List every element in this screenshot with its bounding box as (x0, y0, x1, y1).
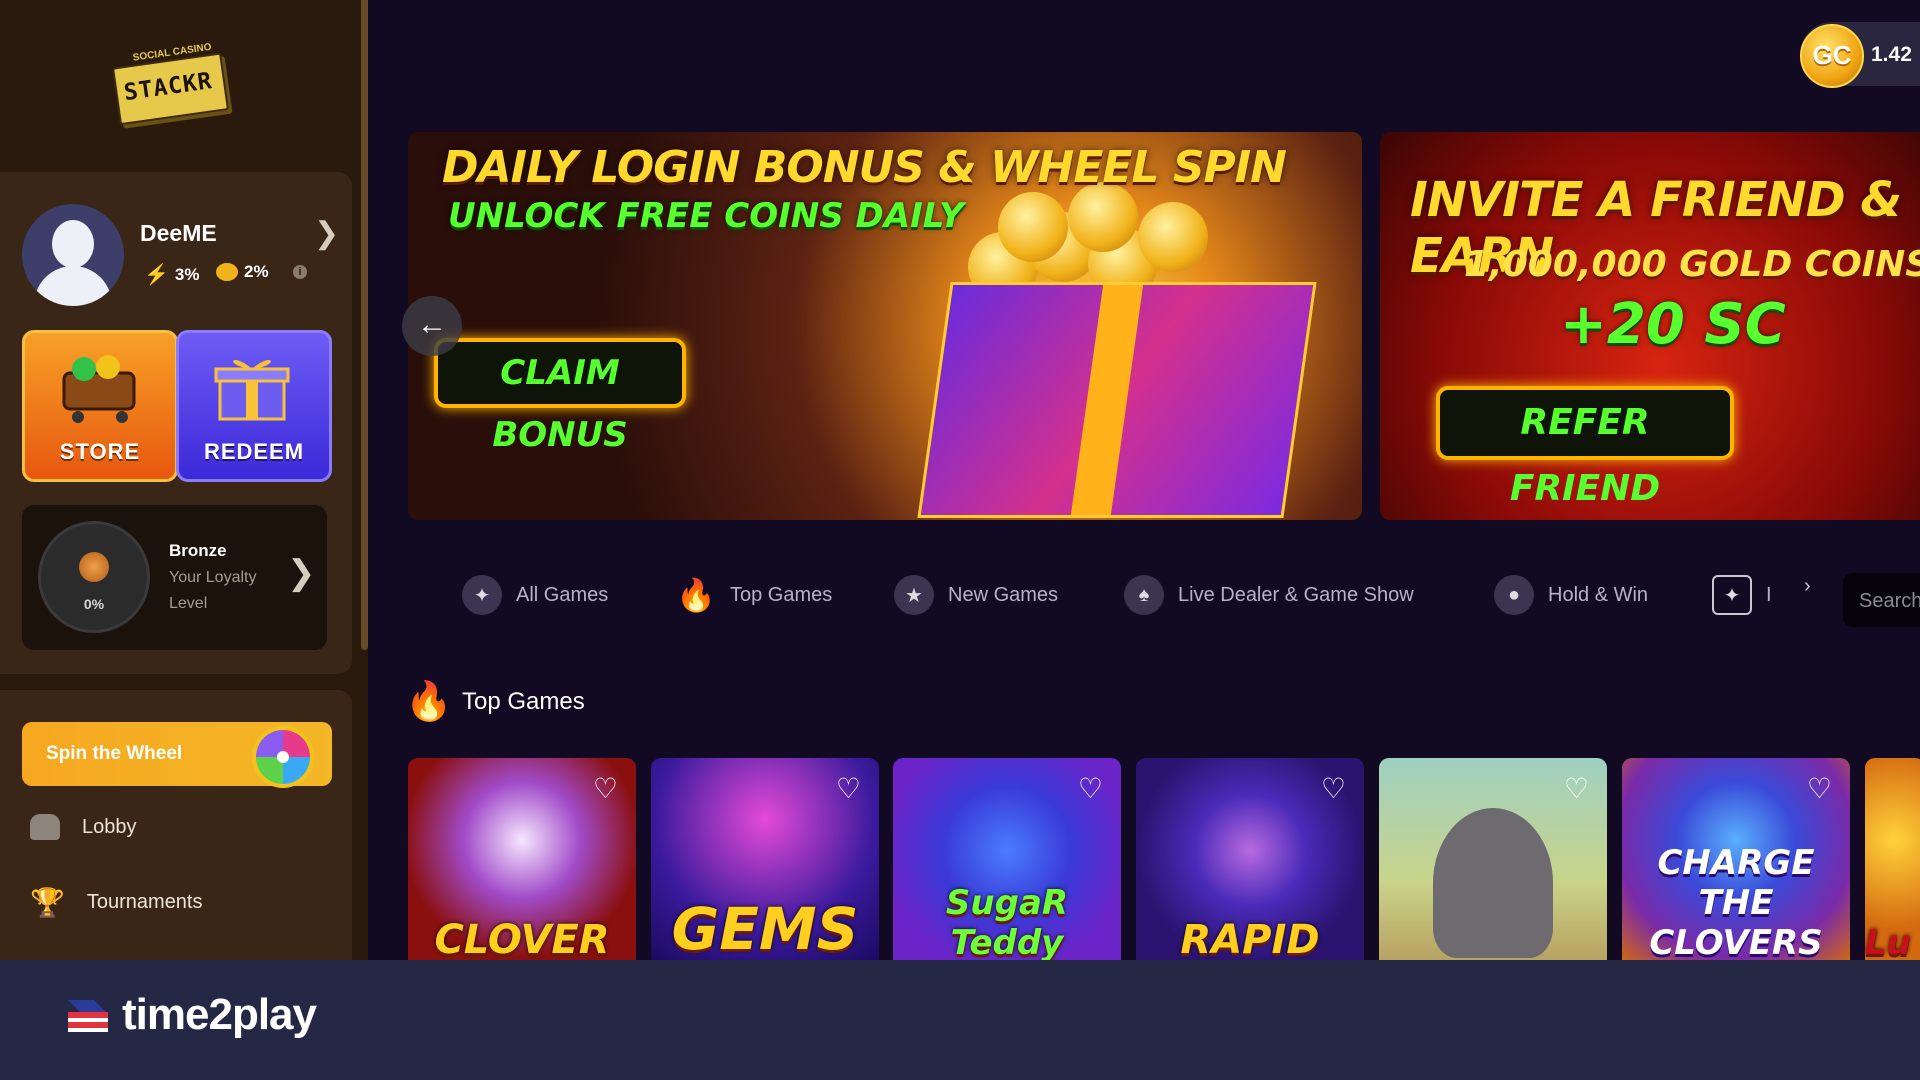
us-flag-icon (68, 1000, 108, 1032)
game-title: CHARGE THE CLOVERS (1649, 843, 1823, 963)
game-card-sugar-teddy[interactable]: ♡ SugaR Teddy (893, 758, 1121, 963)
coins-stat: 2% (216, 262, 269, 282)
banner-line2: +20 SC (1560, 292, 1786, 357)
game-card-clover[interactable]: ♡ CLOVER (408, 758, 636, 963)
gold-coin-icon: GC (1800, 24, 1864, 88)
game-title: RAPID (1180, 917, 1320, 963)
sidebar-item-lobby[interactable]: Lobby (30, 814, 137, 840)
avatar-head (52, 220, 94, 268)
tab-top-games[interactable]: 🔥 Top Games (676, 575, 832, 615)
shopping-cart-icon (62, 355, 136, 423)
chevron-right-icon[interactable]: ❯ (287, 553, 316, 593)
wheel-icon[interactable] (250, 724, 332, 788)
game-title: Lu (1865, 923, 1911, 963)
refer-friend-button[interactable]: REFER FRIEND (1436, 386, 1734, 509)
lobby-icon (30, 814, 60, 840)
balance-value: 1.42 (1871, 43, 1912, 66)
game-title: GEMS (671, 895, 859, 963)
claim-bonus-button[interactable]: CLAIM BONUS (434, 338, 686, 455)
info-icon[interactable]: i (293, 265, 307, 279)
game-card-partial[interactable]: Lu (1865, 758, 1920, 963)
heart-icon[interactable]: ♡ (1321, 772, 1346, 805)
gift-icon (214, 360, 290, 421)
loyalty-description: Your Loyalty Level (169, 569, 257, 612)
game-title: CLOVER (434, 917, 610, 963)
coins-icon (216, 263, 238, 281)
chevron-right-icon[interactable]: › (1804, 575, 1811, 598)
tab-label: New Games (948, 583, 1059, 606)
hold-win-icon: ● (1494, 575, 1534, 615)
banner-subtitle: UNLOCK FREE COINS DAILY (448, 196, 964, 236)
tab-all-games[interactable]: ✦ All Games (462, 575, 608, 615)
trident-icon: ✦ (1712, 575, 1752, 615)
loyalty-card[interactable]: 0% Bronze Your Loyalty Level ❯ (22, 505, 327, 650)
username[interactable]: DeeME (140, 220, 217, 247)
search-input[interactable] (1857, 587, 1920, 615)
coin-code: GC (1812, 40, 1852, 70)
search-box[interactable] (1843, 573, 1920, 627)
banner-line1: 1,000,000 GOLD COINS (1464, 244, 1920, 285)
time2play-wordmark: time2play (122, 990, 317, 1039)
tab-label: I (1766, 583, 1772, 606)
sidebar-item-label: Lobby (82, 815, 137, 838)
loyalty-progress-ring: 0% (38, 521, 150, 633)
gift-box-icon (917, 282, 1317, 518)
sidebar-item-label: Tournaments (86, 891, 203, 913)
lightning-icon: ⚡ (144, 264, 169, 286)
coins-value: 2% (244, 262, 269, 281)
store-button[interactable]: STORE (22, 330, 178, 482)
game-card-gems[interactable]: ♡ GEMS (651, 758, 879, 963)
flame-icon: 🔥 (405, 681, 453, 723)
tab-label: Live Dealer & Game Show (1178, 583, 1414, 606)
game-card-charge-clovers[interactable]: ♡ CHARGE THE CLOVERS (1622, 758, 1850, 963)
tab-label: Hold & Win (1548, 583, 1649, 606)
raccoon-character-icon (1433, 808, 1553, 958)
loyalty-progress: 0% (83, 596, 105, 612)
heart-icon[interactable]: ♡ (1807, 772, 1832, 805)
tab-new-games[interactable]: ★ New Games (894, 575, 1058, 615)
tab-label: Top Games (730, 583, 833, 606)
sidebar: SOCIAL CASINO STACKR DeeME ❯ ⚡ 3% 2% i S… (0, 0, 368, 960)
spin-wheel-label: Spin the Wheel (46, 743, 183, 764)
xp-value: 3% (174, 264, 200, 284)
live-dealer-icon: ♠ (1124, 575, 1164, 615)
tab-more[interactable]: ✦ I (1712, 575, 1772, 615)
banner-title: DAILY LOGIN BONUS & WHEEL SPIN (442, 142, 1287, 193)
trophy-icon: 🏆 (30, 887, 65, 918)
game-card-raccoon[interactable]: ♡ (1379, 758, 1607, 963)
star-icon: ★ (894, 575, 934, 615)
redeem-button[interactable]: REDEEM (176, 330, 332, 482)
store-label: STORE (59, 439, 141, 464)
tab-live-dealer[interactable]: ♠ Live Dealer & Game Show (1124, 575, 1414, 615)
sidebar-item-tournaments[interactable]: 🏆 Tournaments (30, 886, 203, 919)
avatar-body (34, 266, 112, 306)
heart-icon[interactable]: ♡ (1078, 772, 1103, 805)
all-games-icon: ✦ (462, 575, 502, 615)
invite-friend-banner[interactable]: INVITE A FRIEND & EARN 1,000,000 GOLD CO… (1380, 132, 1920, 520)
tab-label: All Games (516, 583, 609, 606)
heart-icon[interactable]: ♡ (1564, 772, 1589, 805)
game-card-rapid[interactable]: ♡ RAPID (1136, 758, 1364, 963)
time2play-logo[interactable]: time2play (64, 990, 317, 1040)
loyalty-tier: Bronze (169, 541, 227, 560)
arrow-left-icon[interactable]: ← (402, 296, 462, 356)
heart-icon[interactable]: ♡ (836, 772, 861, 805)
game-title: SugaR Teddy (945, 883, 1069, 963)
redeem-label: REDEEM (203, 439, 305, 464)
bronze-badge-icon (79, 552, 109, 582)
xp-stat: ⚡ 3% (144, 262, 199, 287)
flame-icon: 🔥 (676, 577, 716, 613)
tab-hold-win[interactable]: ● Hold & Win (1494, 575, 1648, 615)
heart-icon[interactable]: ♡ (593, 772, 618, 805)
daily-bonus-banner[interactable]: DAILY LOGIN BONUS & WHEEL SPIN UNLOCK FR… (408, 132, 1362, 520)
chevron-right-icon[interactable]: ❯ (314, 216, 339, 251)
section-title: Top Games (462, 688, 585, 715)
stackr-logo[interactable]: SOCIAL CASINO STACKR (110, 41, 230, 129)
avatar[interactable] (22, 204, 124, 306)
